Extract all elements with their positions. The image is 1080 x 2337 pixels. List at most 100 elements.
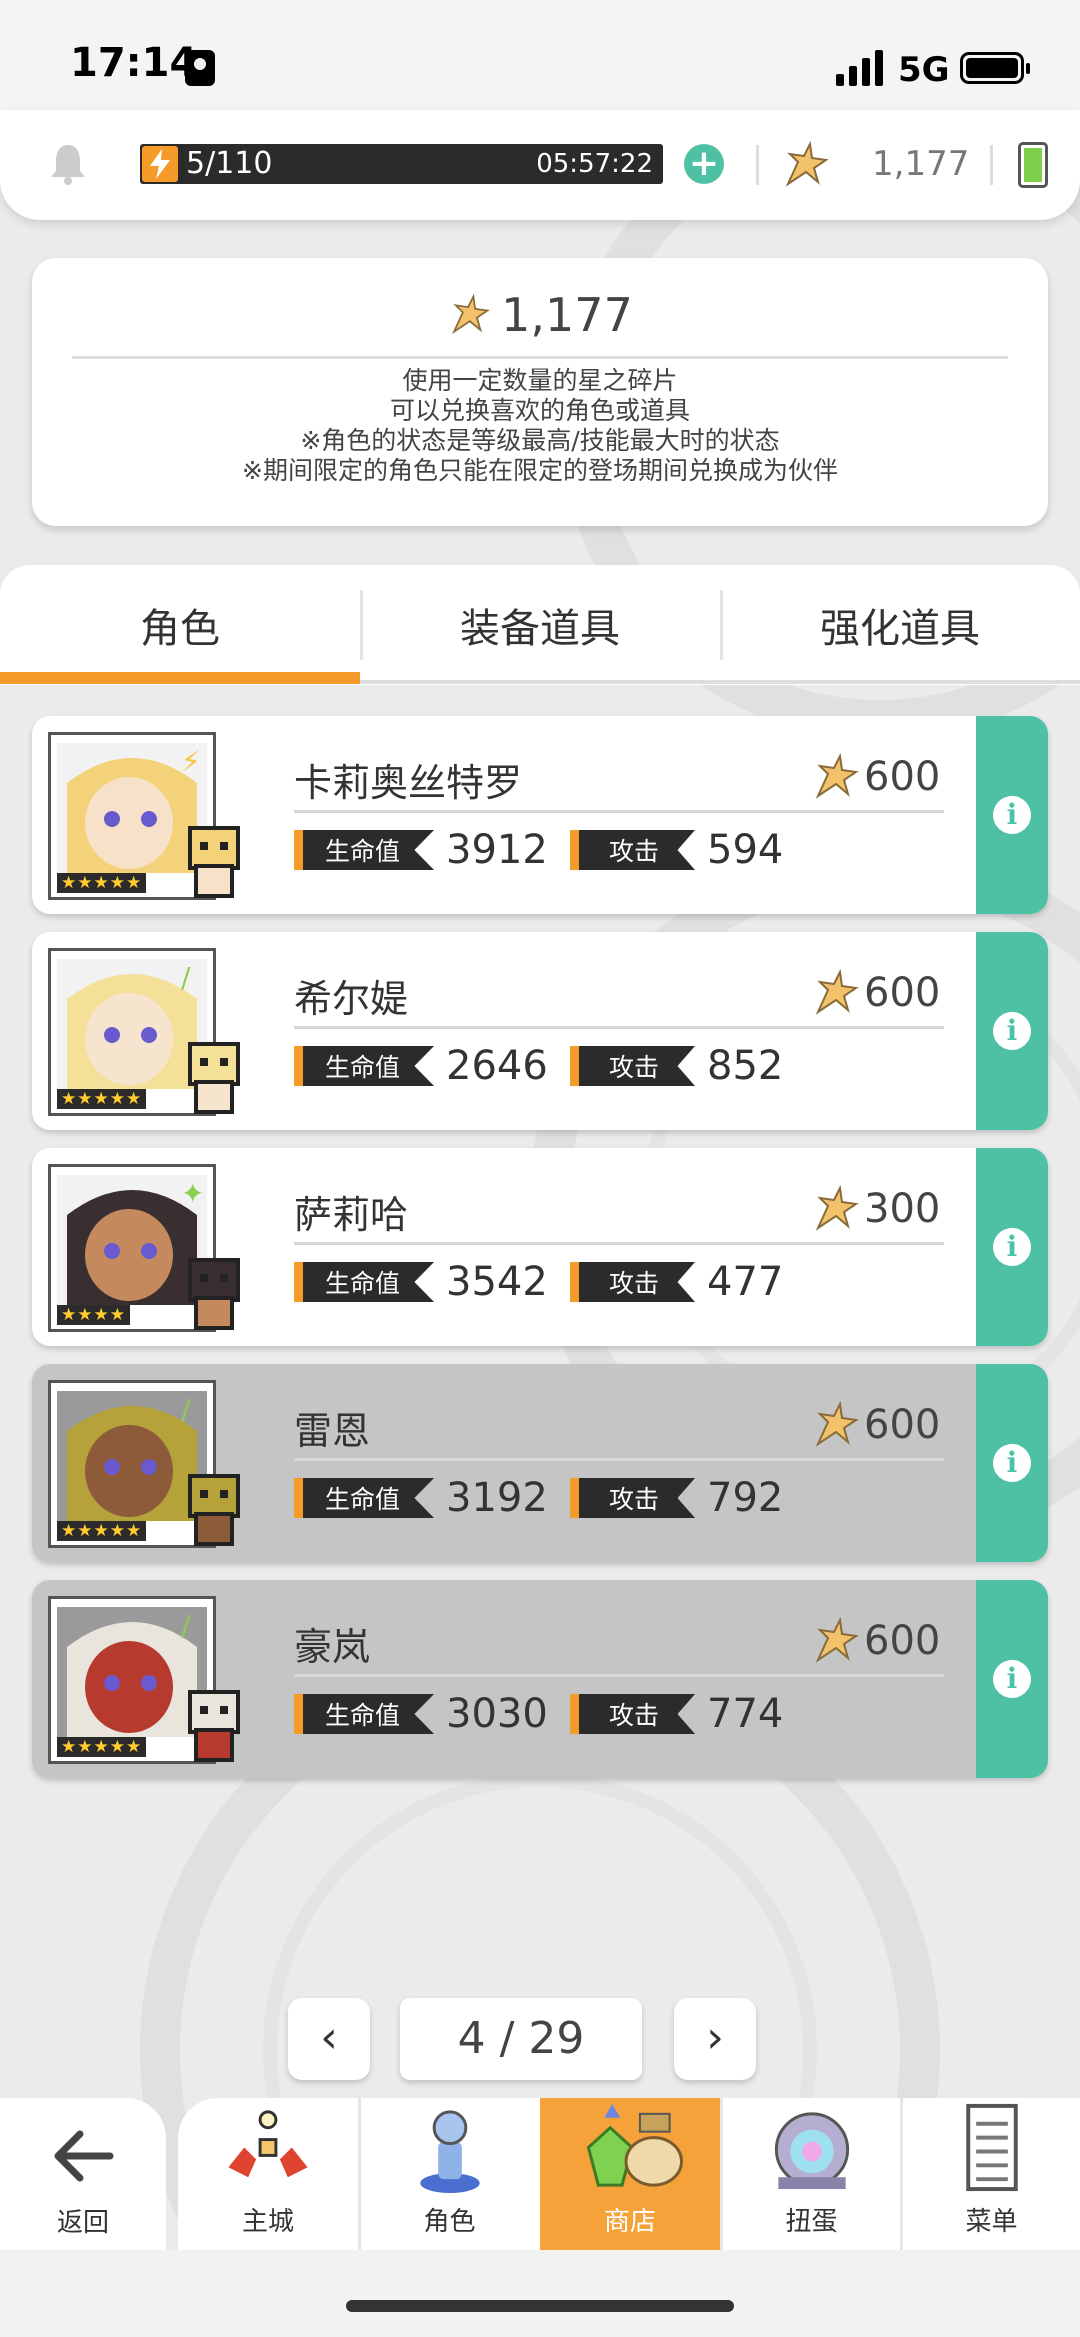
prev-page-button[interactable]: ‹ xyxy=(288,1998,370,2080)
rarity-stars: ★★★★★ xyxy=(57,1737,147,1757)
attack-stat: 攻击 852 xyxy=(570,1043,784,1089)
shop-bag-icon xyxy=(586,2103,683,2187)
hp-stat: 生命值 3912 xyxy=(294,827,548,873)
attack-label: 攻击 xyxy=(570,830,696,870)
green-battery-icon xyxy=(1018,142,1048,188)
star-fragment-icon xyxy=(815,968,859,1015)
info-icon: i xyxy=(993,1660,1031,1698)
stamina-bar: 5/110 05:57:22 xyxy=(140,144,663,184)
character-cost: 600 xyxy=(810,1616,940,1666)
description-line: ※期间限定的角色只能在限定的登场期间兑换成为伙伴 xyxy=(242,456,838,485)
tab-enhancement[interactable]: 强化道具 xyxy=(720,565,1080,685)
cost-value: 600 xyxy=(864,1618,941,1664)
character-card[interactable]: ★★★★★ ⚡ 卡莉奥丝特罗 600 生命值 3912 攻击 594 i xyxy=(32,716,1048,914)
hp-label: 生命值 xyxy=(294,1694,435,1734)
lightning-icon xyxy=(142,146,178,182)
tab-divider xyxy=(720,590,723,660)
rarity-stars: ★★★★ xyxy=(57,1305,130,1325)
element-icon: / xyxy=(181,961,191,994)
character-sprite-icon xyxy=(188,1690,240,1762)
character-info-button[interactable]: i xyxy=(976,932,1048,1130)
character-name: 雷恩 xyxy=(294,1409,371,1453)
hp-value: 2646 xyxy=(446,1043,548,1089)
rarity-stars: ★★★★★ xyxy=(57,873,147,893)
nav-characters[interactable]: 角色 xyxy=(358,2098,538,2250)
rarity-stars: ★★★★★ xyxy=(57,1521,147,1541)
character-info-button[interactable]: i xyxy=(976,1364,1048,1562)
active-tab-indicator xyxy=(0,672,360,684)
resource-bar: 5/110 05:57:22 + 1,177 xyxy=(0,110,1080,220)
character-name: 希尔媞 xyxy=(294,977,409,1021)
divider xyxy=(990,145,993,185)
character-info-button[interactable]: i xyxy=(976,1580,1048,1778)
hp-stat: 生命值 3192 xyxy=(294,1475,548,1521)
back-button[interactable]: 返回 xyxy=(0,2098,166,2250)
nav-shop[interactable]: 商店 xyxy=(540,2098,720,2250)
hp-label: 生命值 xyxy=(294,1046,435,1086)
bell-icon[interactable] xyxy=(48,142,88,186)
star-fragment-icon xyxy=(815,1184,859,1231)
attack-value: 852 xyxy=(707,1043,784,1089)
character-info-button[interactable]: i xyxy=(976,716,1048,914)
hp-stat: 生命值 3030 xyxy=(294,1691,548,1737)
hp-value: 3192 xyxy=(446,1475,548,1521)
hp-stat: 生命值 2646 xyxy=(294,1043,548,1089)
tab-equipment[interactable]: 装备道具 xyxy=(360,565,720,685)
cost-value: 300 xyxy=(864,1186,941,1232)
tab-label: 装备道具 xyxy=(460,606,620,652)
gacha-portal-icon xyxy=(774,2112,849,2190)
hp-label: 生命值 xyxy=(294,830,435,870)
stamina-timer: 05:57:22 xyxy=(536,149,653,179)
attack-value: 594 xyxy=(707,827,784,873)
hp-label: 生命值 xyxy=(294,1478,435,1518)
info-icon: i xyxy=(993,1228,1031,1266)
category-tabs: 角色 装备道具 强化道具 xyxy=(0,565,1080,685)
nav-tabs: 主城 角色 商店 扭蛋 菜单 xyxy=(178,2098,1080,2250)
tab-divider xyxy=(360,590,363,660)
divider xyxy=(294,810,944,813)
description-line: 可以兑换喜欢的角色或道具 xyxy=(389,396,690,425)
tab-label: 强化道具 xyxy=(820,606,980,652)
character-card[interactable]: ★★★★★ / 希尔媞 600 生命值 2646 攻击 852 i xyxy=(32,932,1048,1130)
character-sprite-icon xyxy=(188,1258,240,1330)
attack-label: 攻击 xyxy=(570,1262,696,1302)
character-name: 豪岚 xyxy=(294,1625,371,1669)
element-icon: / xyxy=(181,1393,191,1426)
exchange-info-panel: 1,177 使用一定数量的星之碎片 可以兑换喜欢的角色或道具 ※角色的状态是等级… xyxy=(32,258,1048,526)
character-card[interactable]: ★★★★★ / 雷恩 600 生命值 3192 攻击 792 i xyxy=(32,1364,1048,1562)
character-cost: 600 xyxy=(810,968,940,1018)
signal-icon xyxy=(836,50,884,86)
attack-stat: 攻击 594 xyxy=(570,827,784,873)
character-cost: 600 xyxy=(810,752,940,802)
character-info-button[interactable]: i xyxy=(976,1148,1048,1346)
divider xyxy=(294,1026,944,1029)
attack-stat: 攻击 792 xyxy=(570,1475,784,1521)
star-fragment-icon xyxy=(815,1616,859,1663)
hp-value: 3542 xyxy=(446,1259,548,1305)
character-sprite-icon xyxy=(188,826,240,898)
nav-main-city[interactable]: 主城 xyxy=(178,2098,358,2250)
nav-label: 角色 xyxy=(423,2207,476,2237)
nav-gacha[interactable]: 扭蛋 xyxy=(720,2098,900,2250)
character-card[interactable]: ★★★★★ / 豪岚 600 生命值 3030 攻击 774 i xyxy=(32,1580,1048,1778)
network-type: 5G xyxy=(898,50,950,90)
rarity-stars: ★★★★★ xyxy=(57,1089,147,1109)
next-page-button[interactable]: › xyxy=(674,1998,756,2080)
add-stamina-button[interactable]: + xyxy=(684,144,724,184)
character-sprite-icon xyxy=(188,1474,240,1546)
nav-menu[interactable]: 菜单 xyxy=(900,2098,1080,2250)
character-name: 萨莉哈 xyxy=(294,1193,409,1237)
character-card[interactable]: ★★★★ ✦ 萨莉哈 300 生命值 3542 攻击 477 i xyxy=(32,1148,1048,1346)
info-icon: i xyxy=(993,1444,1031,1482)
page-indicator: 4 / 29 xyxy=(400,1998,642,2080)
clock: 17:14 xyxy=(70,40,198,86)
fragment-balance: 1,177 xyxy=(32,288,1048,342)
star-fragment-count: 1,177 xyxy=(872,144,970,184)
info-icon: i xyxy=(993,796,1031,834)
attack-value: 792 xyxy=(707,1475,784,1521)
tab-characters[interactable]: 角色 xyxy=(0,565,360,685)
cost-value: 600 xyxy=(864,970,941,1016)
home-indicator xyxy=(346,2300,734,2312)
character-cost: 600 xyxy=(810,1400,940,1450)
star-fragment-icon xyxy=(785,140,829,187)
